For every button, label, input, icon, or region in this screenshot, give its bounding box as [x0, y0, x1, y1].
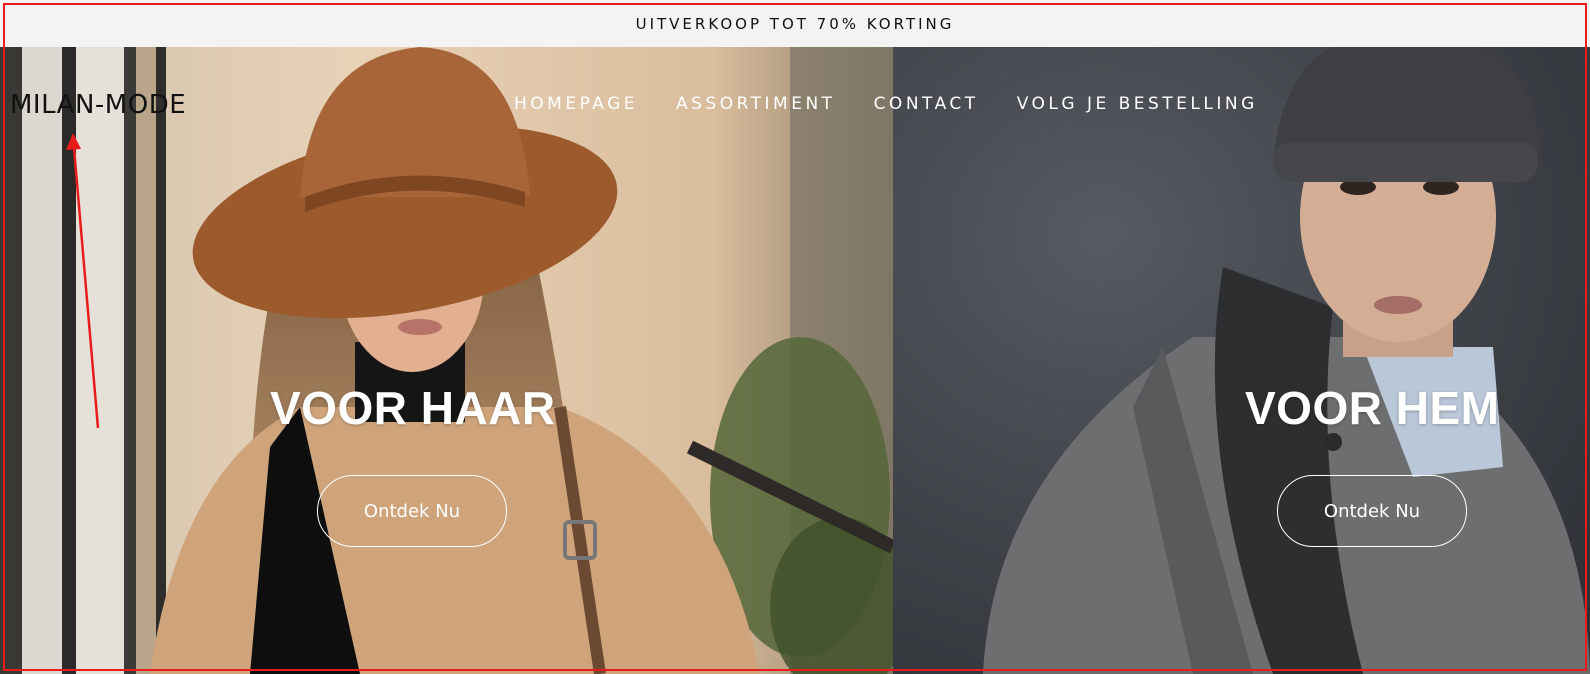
site-logo[interactable]: MILAN-MODE — [10, 90, 186, 120]
hero-title-men: VOOR HEM — [1245, 382, 1500, 434]
nav-track-order[interactable]: VOLG JE BESTELLING — [1017, 94, 1258, 114]
nav-contact[interactable]: CONTACT — [874, 94, 979, 114]
nav-homepage[interactable]: HOMEPAGE — [514, 94, 638, 114]
announcement-text: UITVERKOOP TOT 70% KORTING — [635, 14, 955, 33]
site-header: MILAN-MODE HOMEPAGE ASSORTIMENT CONTACT … — [0, 47, 1590, 163]
men-discover-button[interactable]: Ontdek Nu — [1277, 475, 1467, 547]
announcement-bar: UITVERKOOP TOT 70% KORTING — [0, 0, 1590, 47]
page: UITVERKOOP TOT 70% KORTING VOOR HAAR Ont… — [0, 0, 1590, 674]
nav-assortiment[interactable]: ASSORTIMENT — [676, 94, 836, 114]
main-nav: HOMEPAGE ASSORTIMENT CONTACT VOLG JE BES… — [514, 94, 1258, 114]
hero-title-women: VOOR HAAR — [270, 382, 556, 434]
women-discover-button[interactable]: Ontdek Nu — [317, 475, 507, 547]
